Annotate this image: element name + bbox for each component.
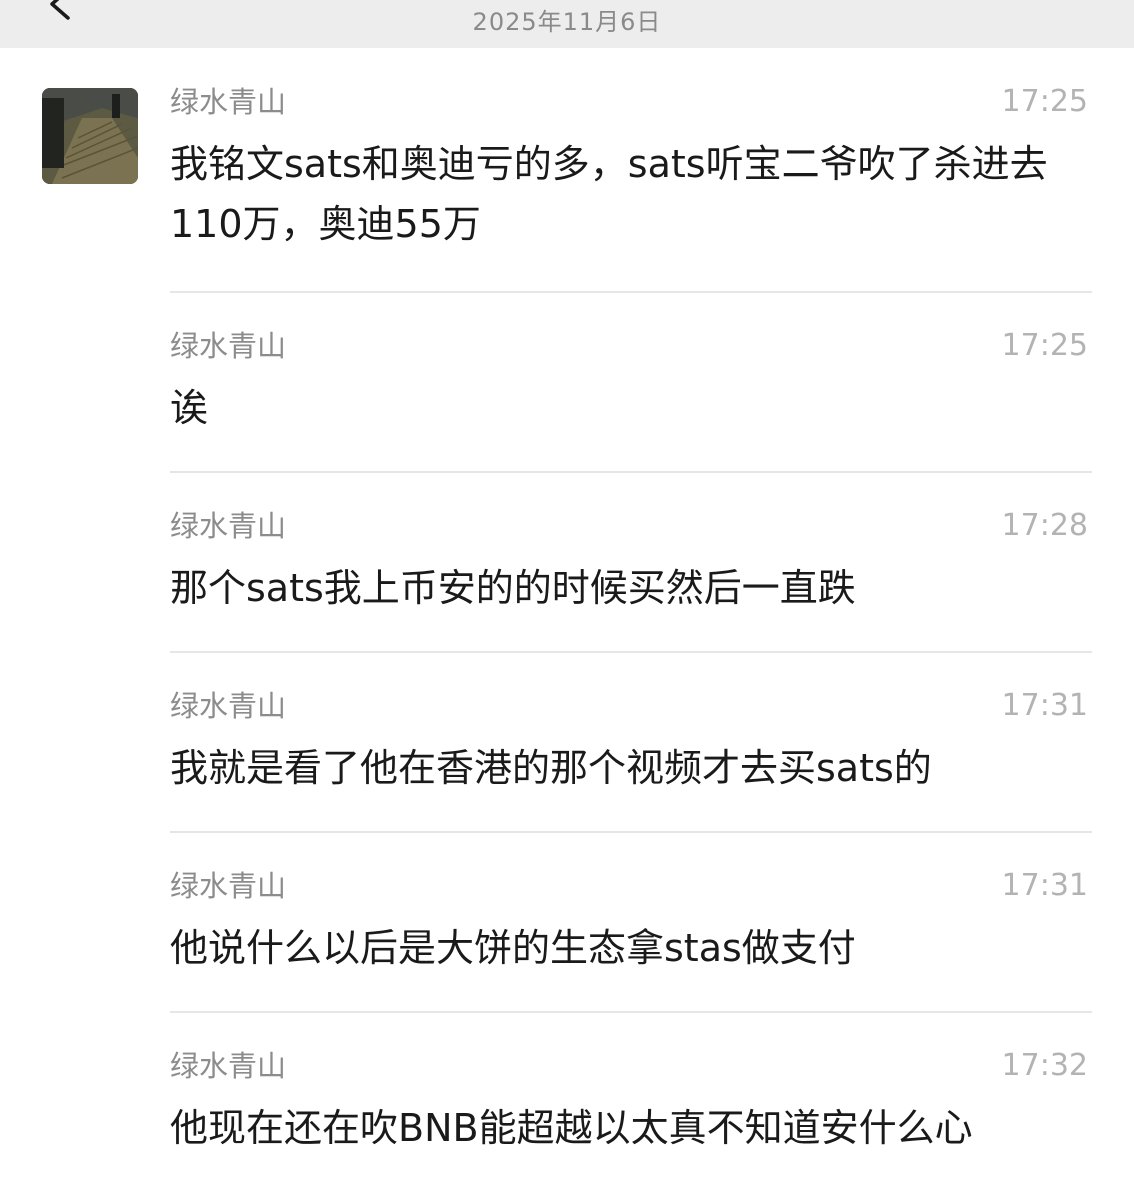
message-time: 17:32 — [1001, 1048, 1088, 1083]
message-item[interactable]: 绿水青山 17:28 那个sats我上币安的的时候买然后一直跌 — [170, 508, 1092, 611]
message-text: 他现在还在吹BNB能超越以太真不知道安什么心 — [170, 1106, 973, 1150]
sender-name: 绿水青山 — [170, 329, 287, 363]
message-time: 17:28 — [1001, 508, 1088, 543]
sender-name: 绿水青山 — [170, 85, 287, 119]
divider — [170, 831, 1092, 833]
message-time: 17:25 — [1001, 328, 1088, 363]
message-item[interactable]: 绿水青山 17:25 诶 — [170, 328, 1092, 431]
message-text: 诶 — [170, 386, 209, 430]
divider — [170, 651, 1092, 653]
divider — [170, 1011, 1092, 1013]
message-time: 17:31 — [1001, 688, 1088, 723]
message-item[interactable]: 绿水青山 17:32 他现在还在吹BNB能超越以太真不知道安什么心 — [170, 1050, 1092, 1160]
message-text: 我就是看了他在香港的那个视频才去买sats的 — [170, 746, 932, 790]
message-item[interactable]: 绿水青山 17:31 他说什么以后是大饼的生态拿stas做支付 — [170, 868, 1092, 971]
message-text: 那个sats我上币安的的时候买然后一直跌 — [170, 566, 856, 610]
sender-name: 绿水青山 — [170, 689, 287, 723]
sender-name: 绿水青山 — [170, 869, 287, 903]
message-text: 他说什么以后是大饼的生态拿stas做支付 — [170, 926, 856, 970]
message-time: 17:31 — [1001, 868, 1088, 903]
avatar[interactable] — [42, 88, 138, 184]
date-header: 2025年11月6日 — [472, 8, 662, 36]
message-item[interactable]: 绿水青山 17:25 我铭文sats和奥迪亏的多，sats听宝二爷吹了杀进去11… — [170, 84, 1092, 247]
divider — [170, 291, 1092, 293]
message-item[interactable]: 绿水青山 17:31 我就是看了他在香港的那个视频才去买sats的 — [170, 688, 1092, 791]
sender-name: 绿水青山 — [170, 509, 287, 543]
message-text: 我铭文sats和奥迪亏的多，sats听宝二爷吹了杀进去110万，奥迪55万 — [170, 142, 1048, 246]
top-bar: 2025年11月6日 — [0, 0, 1134, 48]
avatar-photo-icon — [42, 88, 138, 184]
divider — [170, 471, 1092, 473]
sender-name: 绿水青山 — [170, 1049, 287, 1083]
message-time: 17:25 — [1001, 84, 1088, 119]
